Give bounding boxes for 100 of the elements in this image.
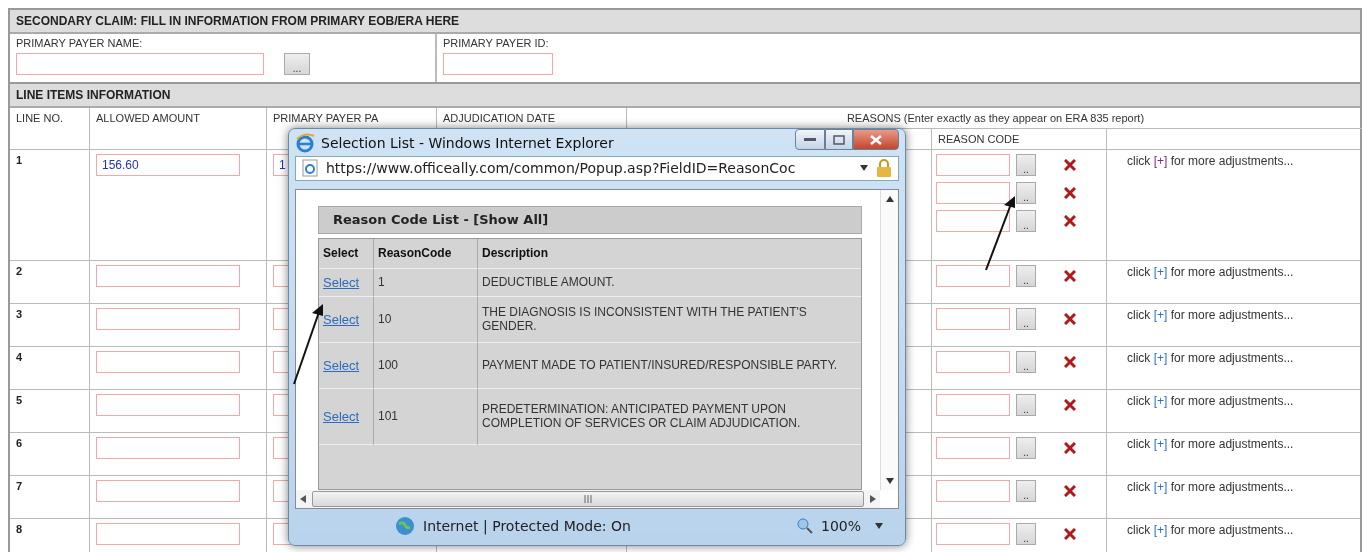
adjustments-hint: click [+] for more adjustments... xyxy=(1126,154,1295,168)
lookup-button[interactable]: .. xyxy=(1016,394,1036,416)
payer-name-field[interactable] xyxy=(16,53,264,75)
reason-code-field[interactable] xyxy=(936,437,1010,459)
reason-code-field[interactable] xyxy=(936,210,1010,232)
lookup-button[interactable]: ... xyxy=(284,53,310,75)
allowed-amount-field[interactable] xyxy=(96,265,240,287)
table-cell: 101 xyxy=(374,388,478,445)
adjustments-hint: click [+] for more adjustments... xyxy=(1126,308,1295,322)
select-link[interactable]: Select xyxy=(323,311,360,327)
table-cell: PREDETERMINATION: ANTICIPATED PAYMENT UPON COMPLETION OF SERVICES OR CLAIM ADJUDICATION. xyxy=(478,388,861,445)
line-number: 3 xyxy=(16,308,24,320)
minimize-icon xyxy=(804,137,816,142)
allowed-amount-field[interactable]: 156.60 xyxy=(96,154,240,176)
close-icon xyxy=(870,134,882,145)
reason-code-field[interactable] xyxy=(936,154,1010,176)
line-number: 8 xyxy=(16,523,24,535)
column-header: LINE NO. xyxy=(10,108,90,149)
allowed-amount-field[interactable] xyxy=(96,394,240,416)
delete-icon[interactable] xyxy=(1064,356,1076,368)
section-title: SECONDARY CLAIM: FILL IN INFORMATION FROM PRIMARY EOB/ERA HERE xyxy=(10,10,1360,34)
table-cell: THE DIAGNOSIS IS INCONSISTENT WITH THE PATIENT'S GENDER. xyxy=(478,296,861,343)
lookup-button[interactable]: .. xyxy=(1016,523,1036,545)
adjustments-hint: click [+] for more adjustments... xyxy=(1126,480,1295,494)
delete-icon[interactable] xyxy=(1064,215,1076,227)
delete-icon[interactable] xyxy=(1064,399,1076,411)
lookup-button[interactable]: .. xyxy=(1016,154,1036,176)
zoom-icon xyxy=(796,518,813,535)
lookup-button[interactable]: .. xyxy=(1016,351,1036,373)
add-link[interactable]: [+] xyxy=(1153,394,1168,408)
allowed-amount-field[interactable] xyxy=(96,523,240,545)
table-cell: DEDUCTIBLE AMOUNT. xyxy=(478,268,861,297)
lookup-button[interactable]: .. xyxy=(1016,210,1036,232)
line-number: 7 xyxy=(16,480,24,492)
maximize-button[interactable] xyxy=(825,129,853,150)
lookup-button[interactable]: .. xyxy=(1016,265,1036,287)
allowed-amount-field[interactable] xyxy=(96,480,240,502)
delete-icon[interactable] xyxy=(1064,528,1076,540)
minimize-button[interactable] xyxy=(795,129,825,150)
column-header: REASON CODE xyxy=(932,129,1107,149)
delete-icon[interactable] xyxy=(1064,313,1076,325)
dropdown-icon xyxy=(875,523,883,530)
reason-code-field[interactable] xyxy=(936,308,1010,330)
address-bar[interactable]: https://www.officeally.com/common/Popup.asp?FieldID=ReasonCoc xyxy=(295,156,899,181)
allowed-amount-field[interactable] xyxy=(96,308,240,330)
payer-id-field[interactable] xyxy=(443,53,553,75)
scroll-left-icon[interactable] xyxy=(300,494,306,503)
column-header: Description xyxy=(478,238,861,269)
reason-code-field[interactable] xyxy=(936,480,1010,502)
adjustments-hint: click [+] for more adjustments... xyxy=(1126,394,1295,408)
reason-code-field[interactable] xyxy=(936,523,1010,545)
delete-icon[interactable] xyxy=(1064,187,1076,199)
allowed-amount-field[interactable] xyxy=(96,351,240,373)
delete-icon[interactable] xyxy=(1064,159,1076,171)
adjustments-hint: click [+] for more adjustments... xyxy=(1126,437,1295,451)
reason-code-field[interactable] xyxy=(936,351,1010,373)
close-button[interactable] xyxy=(853,129,899,150)
table-cell: 1 xyxy=(374,268,478,297)
reason-code-field[interactable] xyxy=(936,182,1010,204)
horizontal-scrollbar[interactable] xyxy=(296,489,880,508)
scroll-right-icon[interactable] xyxy=(870,494,876,503)
line-number: 1 xyxy=(16,154,24,166)
field-label: PRIMARY PAYER NAME: xyxy=(16,37,144,49)
table-cell: 10 xyxy=(374,296,478,343)
line-number: 5 xyxy=(16,394,24,406)
grip-icon xyxy=(583,494,593,503)
vertical-scrollbar[interactable] xyxy=(880,189,898,490)
zoom-level[interactable]: 100% xyxy=(820,518,861,535)
allowed-amount-field[interactable] xyxy=(96,437,240,459)
list-title: Reason Code List - [Show All] xyxy=(318,205,862,234)
line-number: 4 xyxy=(16,351,24,363)
add-link[interactable]: [+] xyxy=(1153,351,1168,365)
add-link[interactable]: [+] xyxy=(1153,480,1168,494)
add-link[interactable]: [+] xyxy=(1153,154,1168,168)
select-link[interactable]: Select xyxy=(323,274,360,290)
lookup-button[interactable]: .. xyxy=(1016,182,1036,204)
add-link[interactable]: [+] xyxy=(1153,308,1168,322)
delete-icon[interactable] xyxy=(1064,442,1076,454)
lookup-button[interactable]: .. xyxy=(1016,480,1036,502)
add-link[interactable]: [+] xyxy=(1153,523,1168,537)
lookup-button[interactable]: .. xyxy=(1016,308,1036,330)
status-text: Internet | Protected Mode: On xyxy=(423,518,632,535)
browser-icon xyxy=(295,132,315,153)
add-link[interactable]: [+] xyxy=(1153,265,1168,279)
maximize-icon xyxy=(833,134,845,145)
address-text: https://www.officeally.com/common/Popup.asp?FieldID=ReasonCoc xyxy=(326,160,797,177)
page-icon xyxy=(302,159,318,178)
reason-code-field[interactable] xyxy=(936,394,1010,416)
dropdown-icon xyxy=(860,165,868,172)
delete-icon[interactable] xyxy=(1064,270,1076,282)
select-link[interactable]: Select xyxy=(323,408,360,424)
field-label: PRIMARY PAYER ID: xyxy=(443,37,550,49)
reason-code-field[interactable] xyxy=(936,265,1010,287)
adjustments-hint: click [+] for more adjustments... xyxy=(1126,523,1295,537)
line-number: 2 xyxy=(16,265,24,277)
delete-icon[interactable] xyxy=(1064,485,1076,497)
line-number: 6 xyxy=(16,437,24,449)
select-link[interactable]: Select xyxy=(323,357,360,373)
add-link[interactable]: [+] xyxy=(1153,437,1168,451)
lookup-button[interactable]: .. xyxy=(1016,437,1036,459)
